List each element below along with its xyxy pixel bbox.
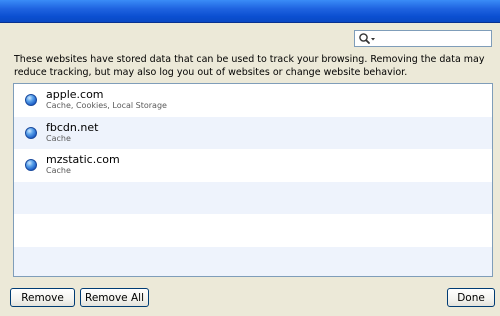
site-detail: Cache bbox=[46, 166, 71, 175]
list-item[interactable]: apple.com Cache, Cookies, Local Storage bbox=[14, 84, 492, 117]
empty-row bbox=[14, 214, 492, 247]
search-field[interactable] bbox=[354, 30, 492, 47]
list-item[interactable]: mzstatic.com Cache bbox=[14, 149, 492, 182]
empty-row bbox=[14, 181, 492, 214]
done-button[interactable]: Done bbox=[447, 288, 495, 307]
globe-icon bbox=[25, 94, 37, 106]
site-name: fbcdn.net bbox=[46, 120, 99, 134]
search-icon[interactable] bbox=[358, 32, 378, 46]
remove-all-button[interactable]: Remove All bbox=[80, 288, 149, 307]
list-item[interactable]: fbcdn.net Cache bbox=[14, 116, 492, 149]
remove-button[interactable]: Remove bbox=[10, 288, 75, 307]
site-detail: Cache, Cookies, Local Storage bbox=[46, 101, 167, 110]
website-data-list[interactable]: apple.com Cache, Cookies, Local Storage … bbox=[13, 83, 493, 277]
site-name: apple.com bbox=[46, 88, 104, 101]
tracking-description: These websites have stored data that can… bbox=[14, 54, 485, 78]
window-titlebar[interactable] bbox=[0, 0, 500, 23]
empty-row bbox=[14, 246, 492, 276]
site-detail: Cache bbox=[46, 133, 71, 143]
site-name: mzstatic.com bbox=[46, 153, 120, 166]
globe-icon bbox=[25, 159, 37, 171]
globe-icon bbox=[25, 126, 37, 139]
